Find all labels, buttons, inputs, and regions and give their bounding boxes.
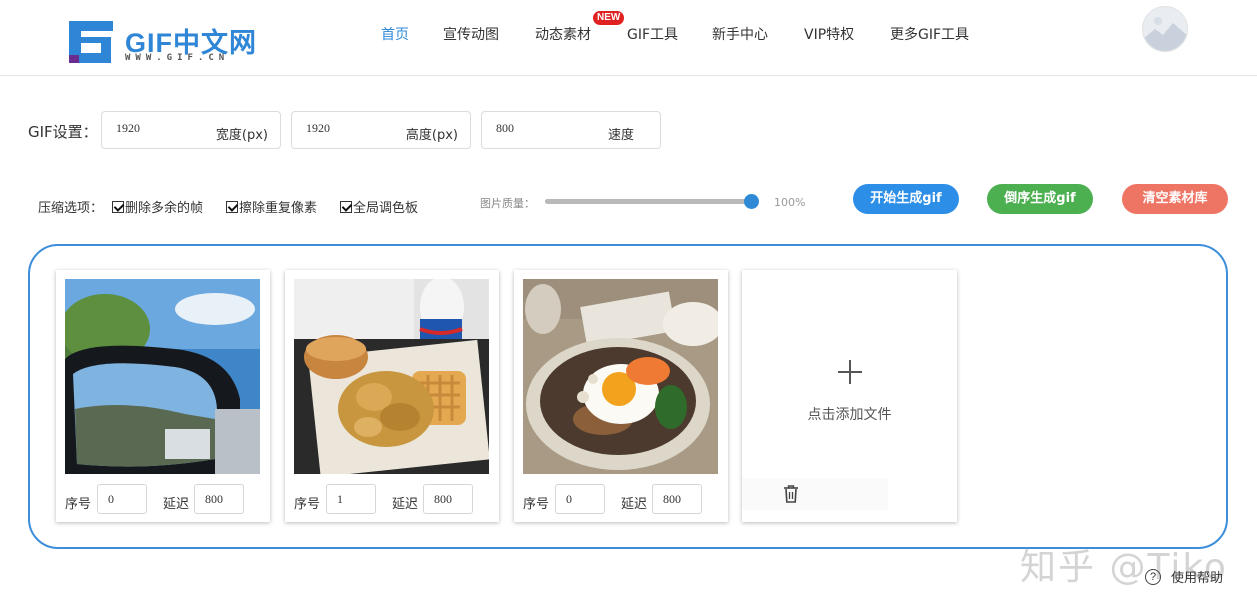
checkbox-remove-frames[interactable]: 删除多余的帧 xyxy=(112,197,203,216)
nav-more-gif-tools[interactable]: 更多GIF工具 xyxy=(890,24,969,44)
clear-library-button[interactable]: 清空素材库 xyxy=(1122,184,1228,214)
frame-card: 序号 延迟 xyxy=(285,270,499,522)
frame-thumbnail-fried-chicken[interactable] xyxy=(294,279,489,474)
site-logo[interactable]: GIF中文网 WWW.GIF.CN xyxy=(67,19,267,67)
compress-options-label: 压缩选项： xyxy=(38,201,104,216)
avatar-landscape-icon xyxy=(1143,7,1187,51)
plus-icon xyxy=(838,360,862,384)
start-generate-gif-button[interactable]: 开始生成gif xyxy=(853,184,959,214)
index-input[interactable] xyxy=(326,484,376,514)
gif-logo-icon xyxy=(69,21,113,63)
delay-label: 延迟 xyxy=(621,497,648,512)
nav-beginner-center[interactable]: 新手中心 xyxy=(712,24,768,44)
frame-card: 序号 延迟 xyxy=(514,270,728,522)
quality-slider-handle[interactable] xyxy=(744,194,759,209)
checkbox-checked-icon[interactable] xyxy=(340,200,352,213)
checkbox-erase-pixels[interactable]: 擦除重复像素 xyxy=(226,197,317,216)
add-file-label: 点击添加文件 xyxy=(807,407,892,423)
index-label: 序号 xyxy=(294,497,321,512)
help-label: 使用帮助 xyxy=(1171,571,1224,586)
nav-dynamic-materials[interactable]: 动态素材 xyxy=(535,24,591,44)
index-input[interactable] xyxy=(555,484,605,514)
delay-input[interactable] xyxy=(194,484,244,514)
speed-field: 速度 xyxy=(481,111,661,149)
nav-home[interactable]: 首页 xyxy=(381,24,409,44)
width-input[interactable] xyxy=(116,121,196,136)
index-label: 序号 xyxy=(65,497,92,512)
delay-label: 延迟 xyxy=(392,497,419,512)
site-header: GIF中文网 WWW.GIF.CN 首页 宣传动图 动态素材 GIF工具 新手中… xyxy=(0,0,1257,76)
usage-help-link[interactable]: ? 使用帮助 xyxy=(1145,567,1223,586)
checkbox-checked-icon[interactable] xyxy=(226,200,238,213)
index-input[interactable] xyxy=(97,484,147,514)
frame-thumbnail-rice-bowl[interactable] xyxy=(523,279,718,474)
new-badge: NEW xyxy=(593,11,625,25)
frame-controls: 序号 延迟 xyxy=(285,476,499,516)
frame-thumbnail-car-mirror[interactable] xyxy=(65,279,260,474)
delay-input[interactable] xyxy=(652,484,702,514)
delay-input[interactable] xyxy=(423,484,473,514)
gif-settings-label: GIF设置： xyxy=(28,123,98,141)
index-label: 序号 xyxy=(523,497,550,512)
height-input[interactable] xyxy=(306,121,386,136)
user-avatar[interactable] xyxy=(1142,6,1188,52)
checkbox-label: 擦除重复像素 xyxy=(239,201,318,216)
frame-controls: 序号 延迟 xyxy=(56,476,270,516)
quality-slider-track[interactable] xyxy=(545,199,752,204)
frame-card: 序号 延迟 xyxy=(56,270,270,522)
width-field: 宽度(px) xyxy=(101,111,281,149)
delay-label: 延迟 xyxy=(163,497,190,512)
width-unit-label: 宽度(px) xyxy=(215,128,268,143)
height-unit-label: 高度(px) xyxy=(405,128,458,143)
nav-promo-gifs[interactable]: 宣传动图 xyxy=(443,24,499,44)
frame-controls: 序号 延迟 xyxy=(514,476,728,516)
reverse-generate-gif-button[interactable]: 倒序生成gif xyxy=(987,184,1093,214)
speed-input[interactable] xyxy=(496,121,576,136)
logo-subtext: WWW.GIF.CN xyxy=(125,53,230,63)
checkbox-global-palette[interactable]: 全局调色板 xyxy=(340,197,418,216)
quality-slider-fill xyxy=(545,199,752,204)
delete-strip xyxy=(742,478,888,510)
speed-unit-label: 速度 xyxy=(607,128,634,143)
image-quality-label: 图片质量： xyxy=(480,197,535,210)
question-icon: ? xyxy=(1145,568,1161,585)
nav-vip[interactable]: VIP特权 xyxy=(804,24,854,44)
trash-icon[interactable] xyxy=(783,485,799,503)
quality-value: 100% xyxy=(774,196,806,209)
nav-gif-tools[interactable]: GIF工具 xyxy=(627,24,678,44)
checkbox-label: 删除多余的帧 xyxy=(125,201,204,216)
height-field: 高度(px) xyxy=(291,111,471,149)
checkbox-checked-icon[interactable] xyxy=(112,200,124,213)
checkbox-label: 全局调色板 xyxy=(353,201,419,216)
